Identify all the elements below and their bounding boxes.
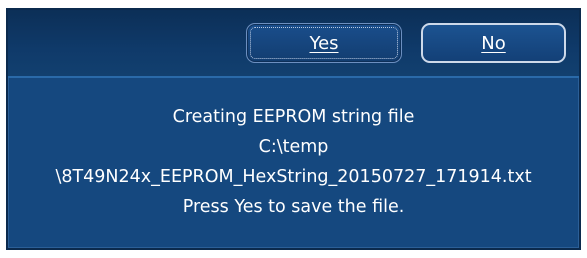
dialog-button-bar: Yes No	[8, 10, 579, 77]
message-line-title: Creating EEPROM string file	[172, 107, 415, 127]
yes-button[interactable]: Yes	[246, 23, 402, 63]
save-file-dialog: Yes No Creating EEPROM string file C:\te…	[6, 8, 581, 250]
message-line-prompt: Press Yes to save the file.	[182, 197, 405, 217]
button-bar-divider	[8, 76, 579, 78]
no-button-label: No	[481, 32, 506, 54]
yes-button-label: Yes	[309, 32, 339, 54]
dialog-message: Creating EEPROM string file C:\temp \8T4…	[8, 102, 579, 222]
no-button[interactable]: No	[421, 23, 566, 63]
message-line-filename: \8T49N24x_EEPROM_HexString_20150727_1719…	[55, 167, 532, 187]
message-line-folder: C:\temp	[258, 137, 329, 157]
